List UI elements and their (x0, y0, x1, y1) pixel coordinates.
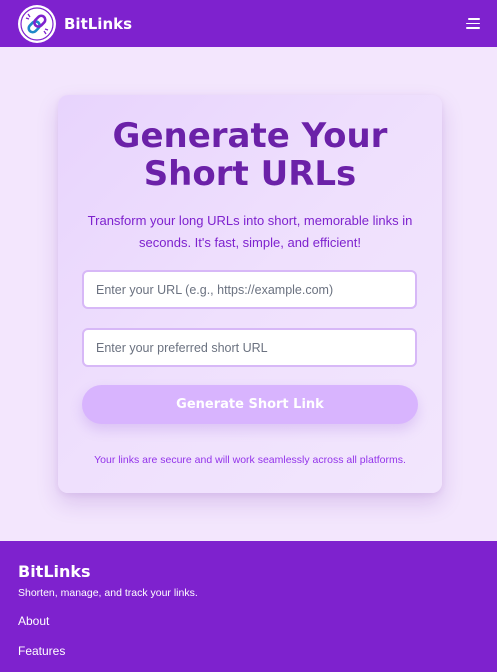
generate-short-link-button[interactable]: Generate Short Link (82, 385, 418, 424)
footer-title: BitLinks (18, 562, 91, 581)
shortener-card: Generate Your Short URLs Transform your … (58, 95, 442, 493)
brand-name: BitLinks (64, 14, 133, 33)
security-note: Your links are secure and will work seam… (94, 454, 406, 466)
headline-line-1: Generate Your (112, 116, 388, 156)
headline-line-2: Short URLs (143, 154, 357, 194)
navbar: BitLinks (0, 0, 497, 47)
footer-link-features[interactable]: Features (18, 644, 479, 658)
footer: BitLinks Shorten, manage, and track your… (0, 541, 497, 672)
subtitle: Transform your long URLs into short, mem… (87, 213, 413, 250)
chain-link-icon (18, 4, 56, 43)
footer-tagline: Shorten, manage, and track your links. (18, 587, 198, 599)
hamburger-menu-icon[interactable] (460, 15, 480, 33)
page-title: Generate Your Short URLs (58, 117, 442, 193)
footer-link-about[interactable]: About (18, 614, 479, 628)
brand[interactable]: BitLinks (18, 4, 133, 43)
url-input[interactable] (82, 270, 417, 309)
short-url-input[interactable] (82, 328, 417, 367)
